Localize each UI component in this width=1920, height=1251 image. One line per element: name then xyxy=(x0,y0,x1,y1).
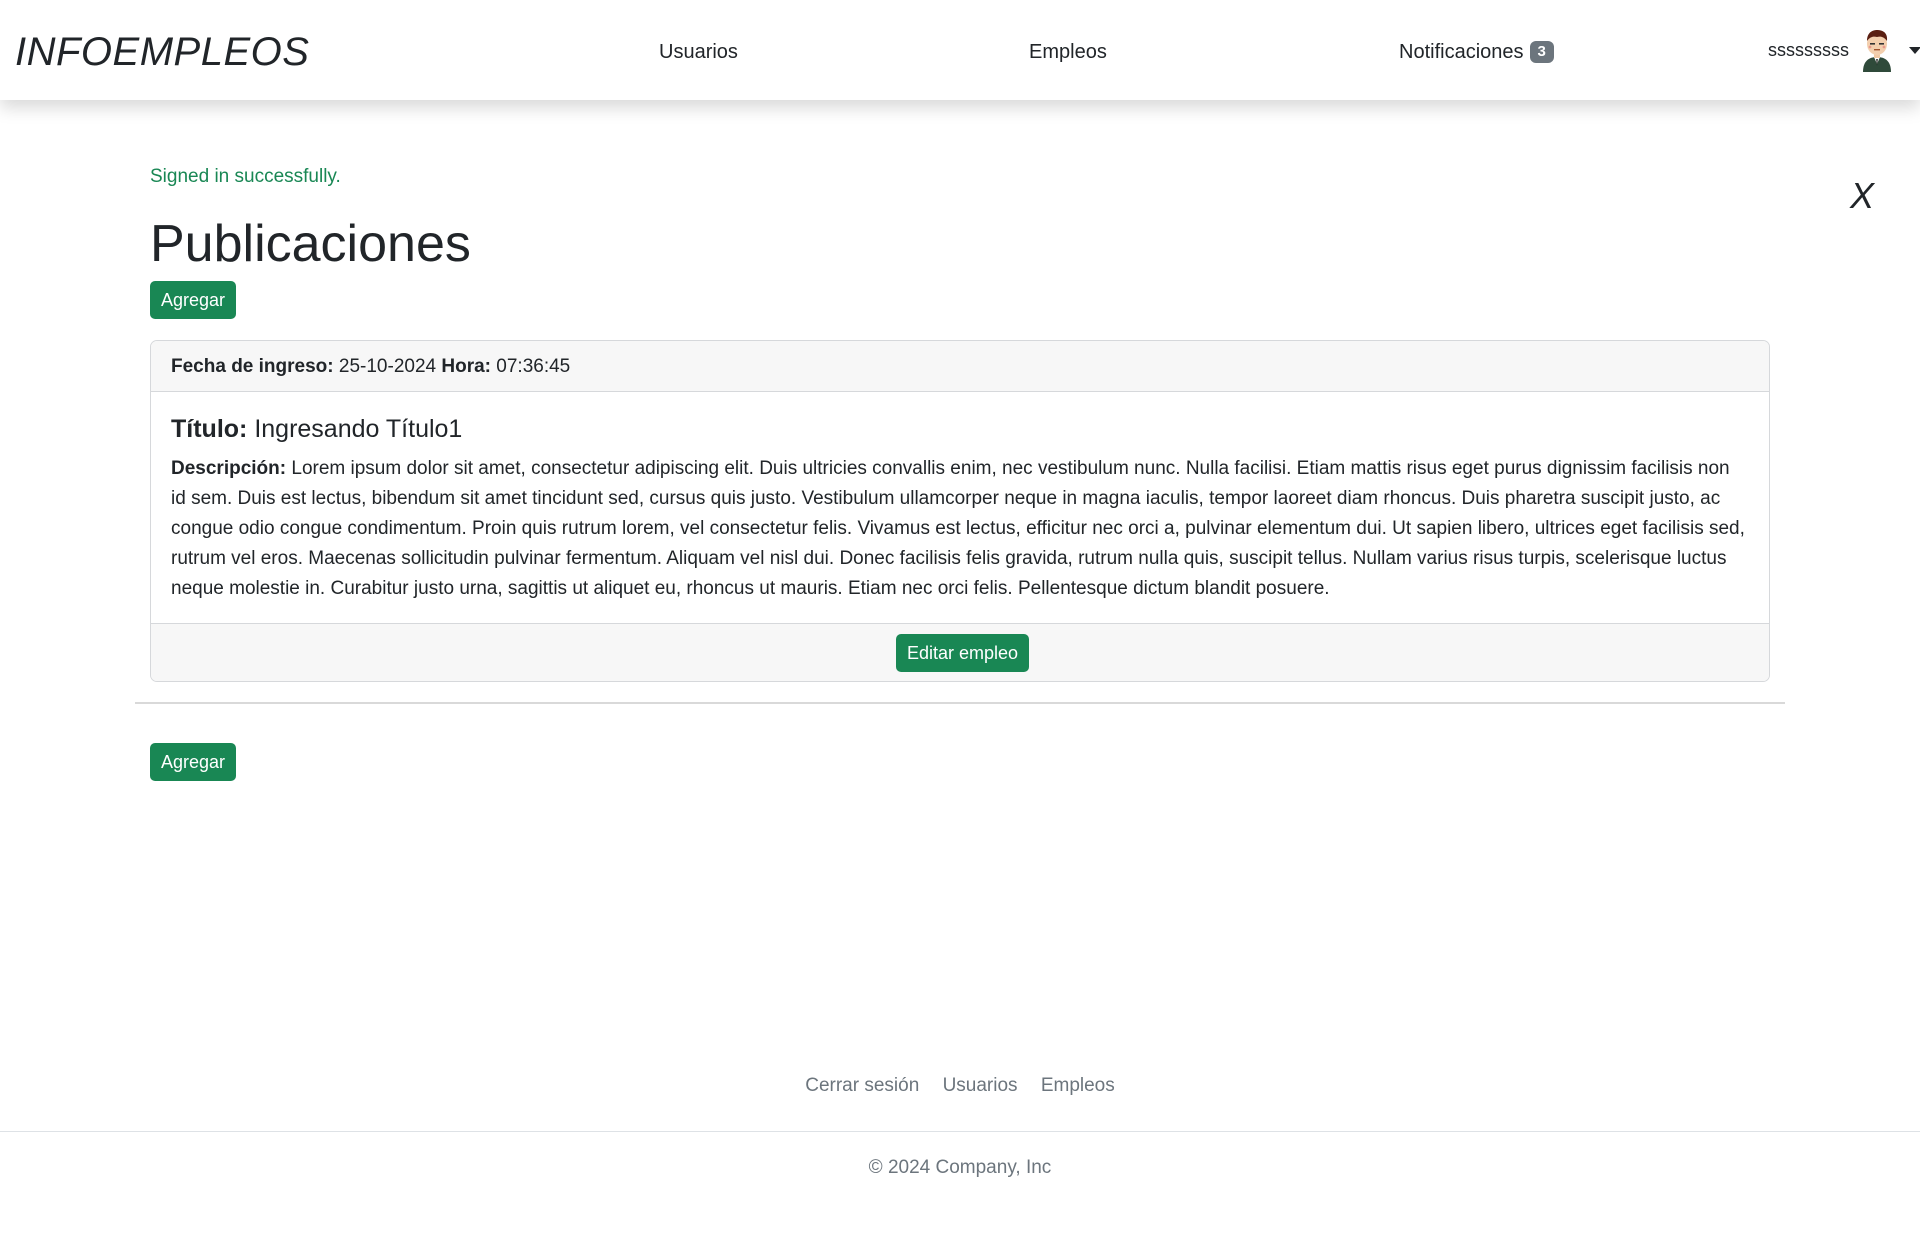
username: sssssssss xyxy=(1768,39,1849,60)
post-card-footer: Editar empleo xyxy=(151,623,1769,681)
nav-link-usuarios[interactable]: Usuarios xyxy=(659,39,738,65)
post-description-label: Descripción: xyxy=(171,458,287,479)
post-title: Título: Ingresando Título1 xyxy=(171,412,1749,446)
flash-close-button[interactable]: X xyxy=(1850,174,1874,218)
footer-nav: Cerrar sesión Usuarios Empleos xyxy=(0,1073,1920,1099)
navbar: INFOEMPLEOS Usuarios Empleos Notificacio… xyxy=(0,0,1920,100)
post-time-label: Hora: xyxy=(441,356,491,377)
add-post-button-bottom[interactable]: Agregar xyxy=(150,743,237,781)
post-title-label: Título: xyxy=(171,415,248,443)
post-card: Fecha de ingreso: 25-10-2024 Hora: 07:36… xyxy=(150,340,1770,682)
brand-logo[interactable]: INFOEMPLEOS xyxy=(15,28,309,76)
flash-message: Signed in successfully. xyxy=(150,166,341,187)
edit-job-button[interactable]: Editar empleo xyxy=(896,634,1030,672)
notification-count-badge: 3 xyxy=(1529,41,1554,63)
user-avatar-icon xyxy=(1863,30,1891,72)
caret-down-icon xyxy=(1909,46,1920,54)
post-date-value: 25-10-2024 xyxy=(338,356,437,377)
nav-link-notificaciones-label: Notificaciones xyxy=(1399,41,1524,63)
footer-divider xyxy=(0,1131,1920,1132)
footer-link-logout[interactable]: Cerrar sesión xyxy=(805,1075,919,1096)
post-description-value: Lorem ipsum dolor sit amet, consectetur … xyxy=(171,458,1745,599)
nav-link-notificaciones[interactable]: Notificaciones 3 xyxy=(1399,39,1554,65)
post-description: Descripción: Lorem ipsum dolor sit amet,… xyxy=(171,454,1749,604)
copyright-text: © 2024 Company, Inc xyxy=(868,1157,1052,1178)
page-title: Publicaciones xyxy=(150,215,471,273)
content-divider xyxy=(135,702,1785,704)
footer-link-empleos[interactable]: Empleos xyxy=(1041,1075,1115,1096)
post-time-value: 07:36:45 xyxy=(496,356,571,377)
footer-link-usuarios[interactable]: Usuarios xyxy=(943,1075,1018,1096)
add-post-button-top[interactable]: Agregar xyxy=(150,281,237,319)
post-card-body: Título: Ingresando Título1 Descripción: … xyxy=(151,392,1769,623)
nav-link-empleos[interactable]: Empleos xyxy=(1029,39,1107,65)
post-card-header: Fecha de ingreso: 25-10-2024 Hora: 07:36… xyxy=(151,341,1769,392)
user-dropdown-toggle[interactable]: sssssssss xyxy=(1768,28,1920,72)
post-title-value: Ingresando Título1 xyxy=(254,415,463,443)
post-date-label: Fecha de ingreso: xyxy=(171,356,334,377)
